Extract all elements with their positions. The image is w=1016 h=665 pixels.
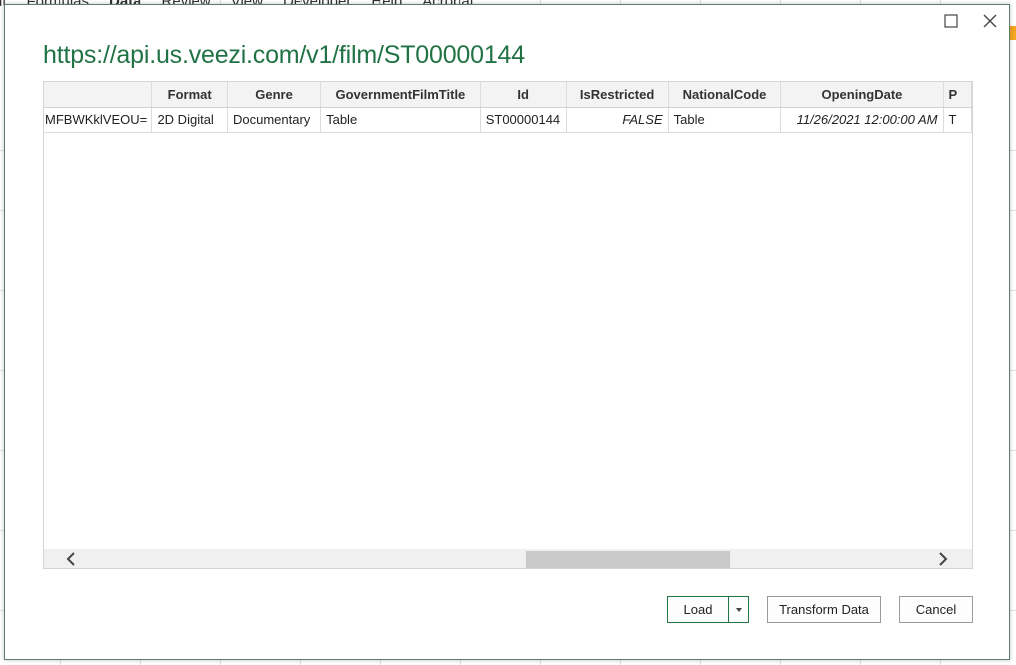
column-header[interactable]: Genre [227,82,322,108]
table-cell[interactable]: ST00000144 [480,107,567,133]
cancel-button[interactable]: Cancel [899,596,973,623]
column-header[interactable]: Format [151,82,228,108]
load-dropdown-button[interactable] [728,596,749,623]
navigator-dialog: https://api.us.veezi.com/v1/film/ST00000… [4,4,1010,660]
table-cell[interactable]: 11/26/2021 12:00:00 AM [780,107,944,133]
close-icon [983,14,997,28]
scroll-thumb[interactable] [526,551,730,568]
column-header[interactable]: NationalCode [668,82,782,108]
chevron-left-icon [66,552,75,566]
column-header[interactable]: OpeningDate [780,82,944,108]
chevron-down-icon [735,607,742,612]
maximize-button[interactable] [939,11,963,31]
close-button[interactable] [978,11,1002,31]
table-cell[interactable]: =MFBWKklVEOU [44,107,153,133]
chevron-right-icon [939,552,948,566]
scroll-right-button[interactable] [930,549,956,568]
table-cell[interactable]: Documentary [227,107,322,133]
table-preview[interactable]: Format Genre GovernmentFilmTitle Id IsRe… [43,81,973,569]
scroll-left-button[interactable] [58,549,84,568]
maximize-icon [944,14,958,28]
preview-table: Format Genre GovernmentFilmTitle Id IsRe… [44,82,972,133]
dialog-title: https://api.us.veezi.com/v1/film/ST00000… [43,41,525,69]
horizontal-scrollbar[interactable] [44,549,972,568]
column-header[interactable]: Id [480,82,567,108]
load-button[interactable]: Load [667,596,729,623]
table-cell[interactable]: 2D Digital [151,107,228,133]
table-cell[interactable]: T [943,107,972,133]
table-cell[interactable]: Table [668,107,782,133]
column-header[interactable]: IsRestricted [566,82,669,108]
column-header[interactable]: GovernmentFilmTitle [320,82,481,108]
table-cell[interactable]: FALSE [566,107,669,133]
table-row: =MFBWKklVEOU 2D Digital Documentary Tabl… [44,107,972,133]
table-cell[interactable]: Table [320,107,481,133]
column-header[interactable] [44,82,153,108]
column-header[interactable]: P [943,82,972,108]
table-header-row: Format Genre GovernmentFilmTitle Id IsRe… [44,82,972,108]
transform-data-button[interactable]: Transform Data [767,596,881,623]
